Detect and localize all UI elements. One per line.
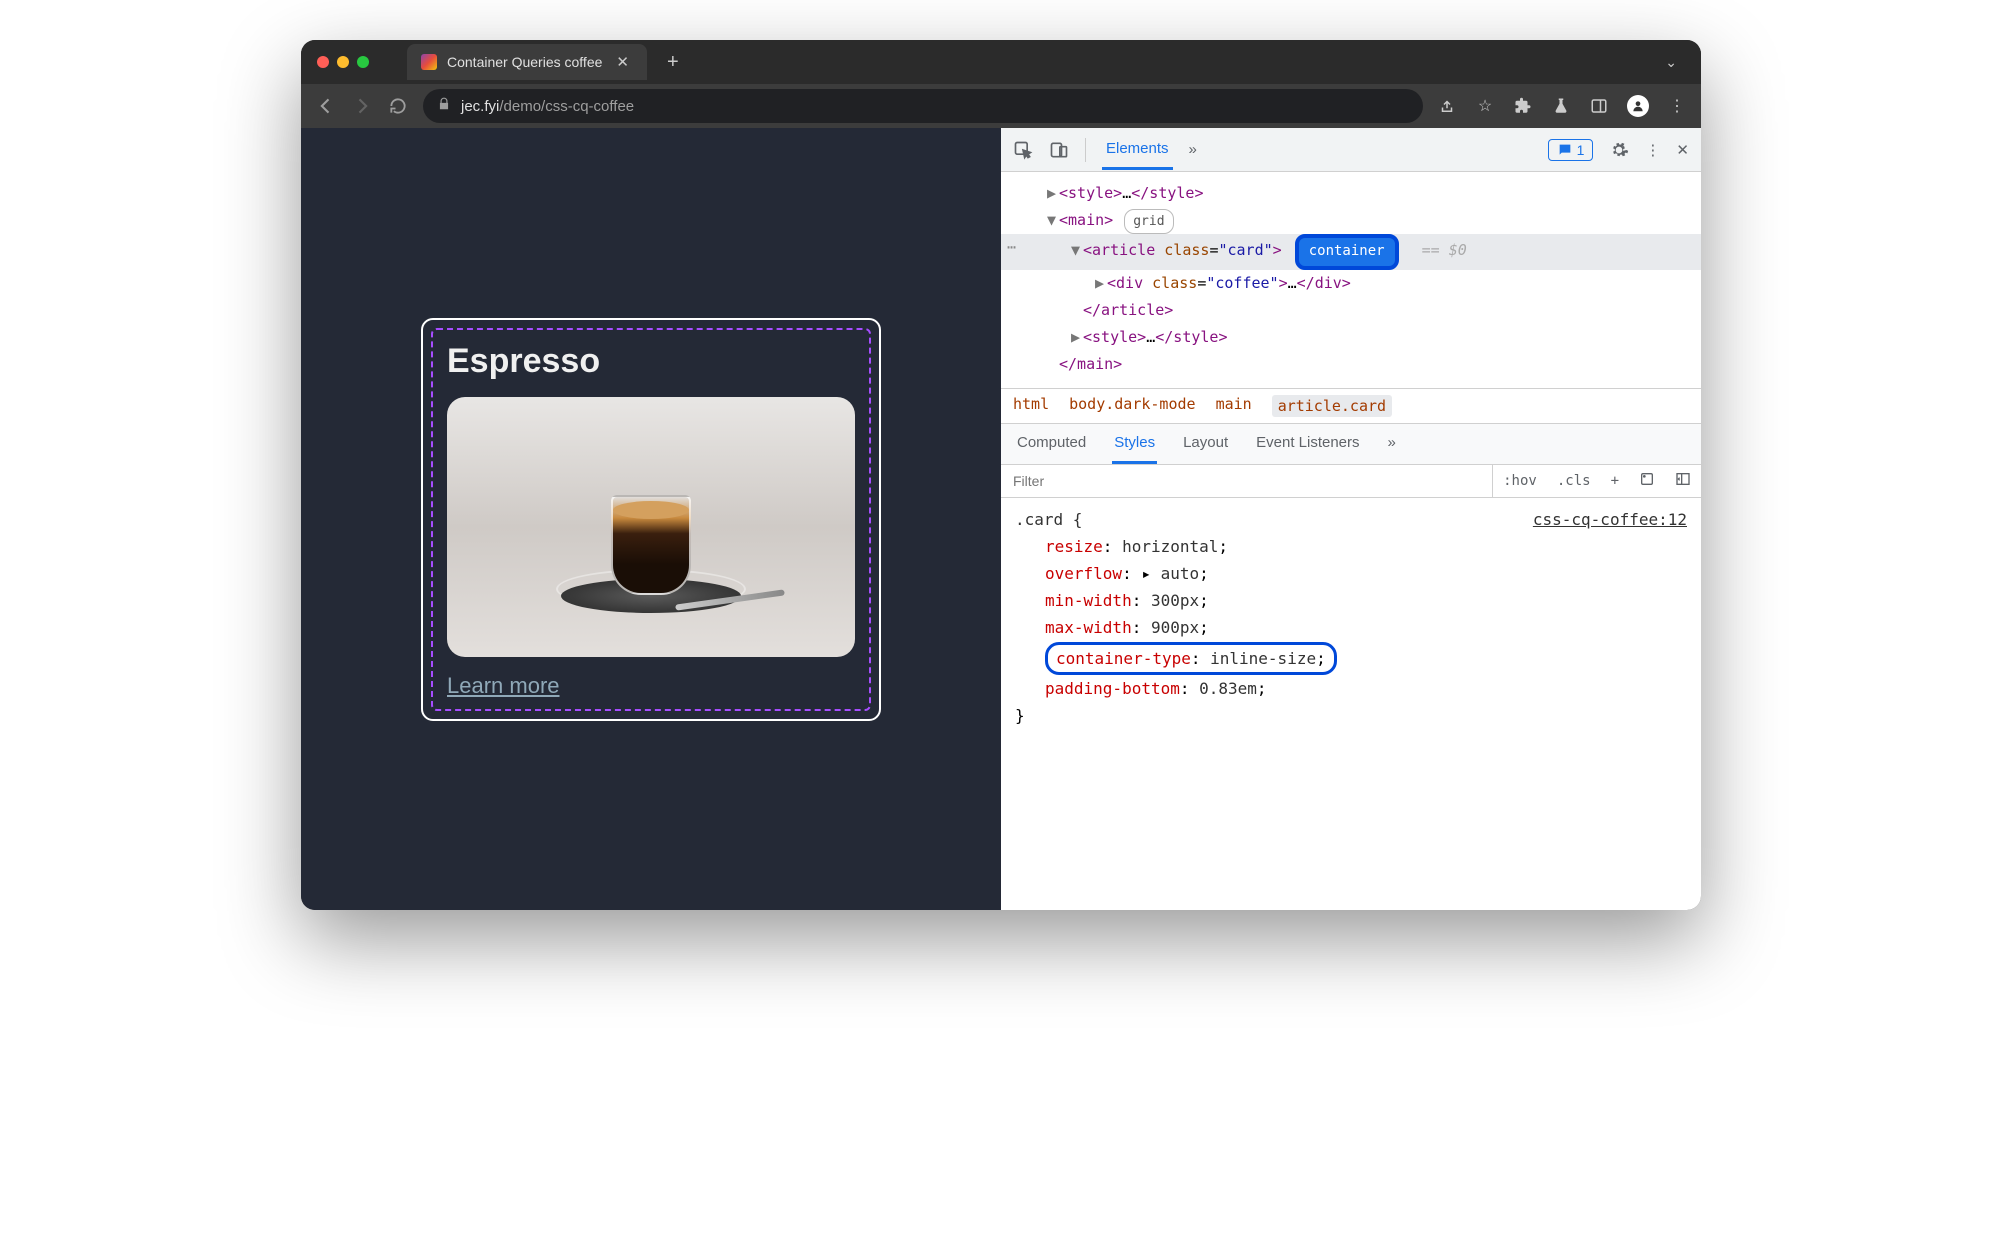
tab-close-icon[interactable]: ✕ [612,53,633,71]
favicon [421,54,437,70]
page-viewport: Espresso Learn more [301,128,1001,910]
bookmark-star-icon[interactable]: ☆ [1475,96,1495,116]
back-button[interactable] [315,95,337,117]
css-decl-max-width[interactable]: max-width: 900px; [1015,614,1687,641]
dom-node-article-close[interactable]: </article> [1001,297,1701,324]
css-decl-container-type[interactable]: container-type: inline-size; [1015,642,1687,675]
browser-tab[interactable]: Container Queries coffee ✕ [407,44,647,80]
styles-filter-row: :hov .cls + [1001,465,1701,498]
css-decl-overflow[interactable]: overflow: ▸ auto; [1015,560,1687,587]
container-badge[interactable]: container [1295,234,1399,269]
tabs-dropdown-icon[interactable]: ⌄ [1665,54,1677,71]
toggle-sidebar-icon[interactable] [1665,465,1701,497]
learn-more-link[interactable]: Learn more [447,673,560,699]
elements-tab[interactable]: Elements [1102,130,1173,170]
dom-tree[interactable]: ▶<style>…</style> ▼<main> grid ▼<article… [1001,172,1701,388]
extensions-puzzle-icon[interactable] [1513,96,1533,116]
dom-node-style[interactable]: ▶<style>…</style> [1001,180,1701,207]
tab-layout[interactable]: Layout [1181,424,1230,464]
styles-filter-input[interactable] [1001,465,1493,497]
css-decl-padding-bottom[interactable]: padding-bottom: 0.83em; [1015,675,1687,702]
lock-icon [437,97,451,115]
devtools-close-icon[interactable]: ✕ [1676,141,1689,159]
css-decl-resize[interactable]: resize: horizontal; [1015,533,1687,560]
console-ref: == $0 [1422,241,1467,259]
issues-badge[interactable]: 1 [1548,139,1594,161]
flask-icon[interactable] [1551,96,1571,116]
tab-computed[interactable]: Computed [1015,424,1088,464]
side-panel-icon[interactable] [1589,96,1609,116]
forward-button[interactable] [351,95,373,117]
reload-button[interactable] [387,95,409,117]
crumb-html[interactable]: html [1013,395,1049,417]
cls-toggle[interactable]: .cls [1547,467,1601,495]
window-maximize-button[interactable] [357,56,369,68]
dom-breadcrumb: html body.dark-mode main article.card [1001,388,1701,424]
dom-node-article[interactable]: ▼<article class="card"> container == $0 [1001,234,1701,269]
tab-event-listeners[interactable]: Event Listeners [1254,424,1361,464]
more-tabs-icon[interactable]: » [1189,141,1197,158]
devtools-header: Elements » 1 ⋮ ✕ [1001,128,1701,172]
url-bar: jec.fyi/demo/css-cq-coffee ☆ ⋮ [301,84,1701,128]
devtools-menu-icon[interactable]: ⋮ [1645,141,1660,159]
css-selector[interactable]: .card { [1015,506,1082,533]
dom-node-main[interactable]: ▼<main> grid [1001,207,1701,234]
window-close-button[interactable] [317,56,329,68]
tab-title: Container Queries coffee [447,54,602,70]
crumb-main[interactable]: main [1216,395,1252,417]
crumb-body[interactable]: body.dark-mode [1069,395,1195,417]
device-toggle-icon[interactable] [1049,140,1069,160]
dom-node-main-close[interactable]: </main> [1001,351,1701,378]
more-styles-tabs-icon[interactable]: » [1386,424,1398,464]
profile-avatar[interactable] [1627,95,1649,117]
kebab-menu-icon[interactable]: ⋮ [1667,96,1687,116]
crumb-article[interactable]: article.card [1272,395,1392,417]
window-minimize-button[interactable] [337,56,349,68]
dom-node-style2[interactable]: ▶<style>…</style> [1001,324,1701,351]
new-tab-button[interactable]: + [667,51,679,74]
address-bar[interactable]: jec.fyi/demo/css-cq-coffee [423,89,1423,123]
grid-badge[interactable]: grid [1124,209,1173,234]
devtools-panel: Elements » 1 ⋮ ✕ ▶<style>…</style> ▼<mai… [1001,128,1701,910]
computed-styles-icon[interactable] [1629,465,1665,497]
settings-gear-icon[interactable] [1609,140,1629,160]
new-style-rule-icon[interactable]: + [1601,467,1629,495]
coffee-card: Espresso Learn more [421,318,881,721]
share-icon[interactable] [1437,96,1457,116]
css-rule-close: } [1015,702,1687,729]
tab-styles[interactable]: Styles [1112,424,1157,464]
browser-window: Container Queries coffee ✕ + ⌄ jec.fyi/d… [301,40,1701,910]
styles-tabs: Computed Styles Layout Event Listeners » [1001,424,1701,465]
hov-toggle[interactable]: :hov [1493,467,1547,495]
url-text: jec.fyi/demo/css-cq-coffee [461,98,634,115]
css-source-link[interactable]: css-cq-coffee:12 [1533,506,1687,533]
dom-node-div[interactable]: ▶<div class="coffee">…</div> [1001,270,1701,297]
css-rules-pane[interactable]: .card { css-cq-coffee:12 resize: horizon… [1001,498,1701,910]
css-decl-min-width[interactable]: min-width: 300px; [1015,587,1687,614]
card-title: Espresso [447,342,855,381]
titlebar: Container Queries coffee ✕ + ⌄ [301,40,1701,84]
inspect-element-icon[interactable] [1013,140,1033,160]
coffee-image [447,397,855,657]
